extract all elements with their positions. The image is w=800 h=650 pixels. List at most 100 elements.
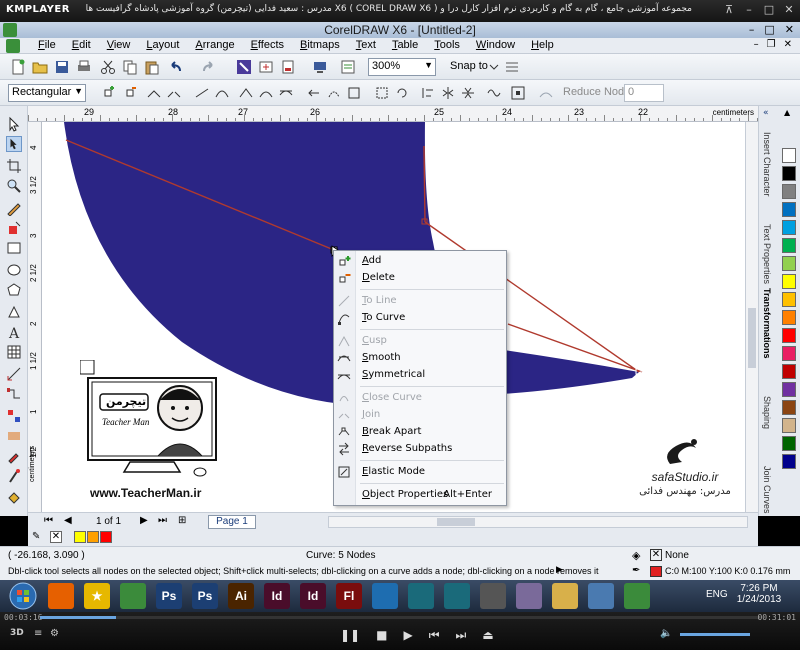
curve-smoothness-field[interactable]: 0 [624,84,664,102]
menu-item[interactable]: Tools [426,39,468,51]
context-menu-item[interactable]: Break Apart [334,424,506,441]
zoom-tool-icon[interactable] [6,178,22,194]
select-all-nodes-icon[interactable] [510,85,526,101]
new-document-icon[interactable] [10,59,26,75]
menu-item[interactable]: Layout [138,39,187,51]
eyedropper-tool-icon[interactable] [6,448,22,464]
application-launcher-icon[interactable] [312,59,328,75]
maximize-icon[interactable]: □ [762,3,776,16]
minimize-icon[interactable]: – [754,39,759,50]
welcome-screen-icon[interactable] [340,59,356,75]
folder-taskbar-icon[interactable] [552,583,578,609]
crop-tool-icon[interactable] [6,158,22,174]
vertical-scroll-thumb[interactable] [748,308,756,368]
equalizer-icon[interactable]: ≡ [34,628,42,639]
context-menu-item[interactable]: Symmetrical [334,367,506,384]
color-swatch[interactable] [782,382,796,397]
photoshop2-taskbar-icon[interactable]: Ps [192,583,218,609]
close-icon[interactable]: ✕ [784,39,792,50]
settings-icon[interactable]: ⚙ [50,628,59,639]
outline-color-swatch[interactable] [650,566,662,577]
menu-item[interactable]: Window [468,39,523,51]
zoom-level-select[interactable]: 300% ▼ [368,58,436,76]
palette-scroll-up-icon[interactable]: ▲ [784,108,790,117]
firefox-taskbar-icon[interactable] [48,583,74,609]
rectangle-tool-icon[interactable] [6,240,22,256]
coreldraw-green-taskbar-icon[interactable] [120,583,146,609]
color-swatch[interactable] [782,274,796,289]
break-curve-icon[interactable] [166,85,182,101]
context-menu-item[interactable]: Elastic Mode [334,464,506,481]
color-swatch[interactable] [782,256,796,271]
color-swatch[interactable] [782,166,796,181]
reverse-direction-icon[interactable] [306,85,322,101]
cusp-node-icon[interactable] [238,85,254,101]
media-taskbar-icon[interactable] [408,583,434,609]
document-color-swatch[interactable] [100,531,112,543]
cut-icon[interactable] [100,59,116,75]
docker-tab[interactable]: Transformations [762,288,772,359]
tool-taskbar-icon[interactable] [480,583,506,609]
context-menu-item[interactable]: Object Properties Alt+Enter [334,487,506,504]
media2-taskbar-icon[interactable] [444,583,470,609]
color-swatch[interactable] [782,184,796,199]
menu-item[interactable]: Bitmaps [292,39,348,51]
close-icon[interactable]: ✕ [785,23,794,36]
reduce-nodes-icon[interactable] [538,85,554,101]
color-swatch[interactable] [782,364,796,379]
join-nodes-icon[interactable] [146,85,162,101]
minimize-icon[interactable]: – [749,23,755,36]
chevron-down-icon[interactable] [486,59,502,75]
3d-icon[interactable]: 3D [10,628,24,638]
color-swatch[interactable] [782,202,796,217]
freehand-tool-icon[interactable] [6,200,22,217]
color-swatch[interactable] [782,238,796,253]
basic-shapes-tool-icon[interactable] [6,304,22,320]
color-swatch[interactable] [782,292,796,307]
symmetrical-node-icon[interactable] [278,85,294,101]
color-swatch[interactable] [782,346,796,361]
menu-item[interactable]: Effects [243,39,292,51]
mirror-vertical-icon[interactable] [460,85,476,101]
ellipse-tool-icon[interactable] [6,262,22,278]
blank-taskbar-icon[interactable] [588,583,614,609]
outline-tool-icon[interactable] [6,468,22,484]
menu-item[interactable]: View [99,39,139,51]
context-menu-item[interactable]: Smooth [334,350,506,367]
last-page-icon[interactable]: ⏭ [158,515,167,526]
page-tab[interactable]: Page 1 [208,515,256,529]
horizontal-ruler[interactable]: centimeters 29 28 27 26 25 24 23 22 [28,106,758,122]
paste-icon[interactable] [144,59,160,75]
illustrator-taskbar-icon[interactable]: Ai [228,583,254,609]
context-menu-item[interactable]: Reverse Subpaths [334,441,506,458]
color-swatch[interactable] [782,148,796,163]
open-icon[interactable] [32,59,48,75]
context-menu-item[interactable]: To Curve [334,310,506,327]
color-swatch[interactable] [782,310,796,325]
add-page-icon[interactable]: ⊞ [178,515,186,526]
delete-node-icon[interactable] [122,85,138,101]
pin-icon[interactable]: ⊼ [722,3,736,16]
document-icon[interactable] [6,39,20,53]
export-icon[interactable] [258,59,274,75]
star-taskbar-icon[interactable]: ★ [84,583,110,609]
volume-icon[interactable]: 🔈 [660,628,672,639]
flash-taskbar-icon[interactable]: Fl [336,583,362,609]
dvd-taskbar-icon[interactable] [516,583,542,609]
maximize-icon[interactable]: □ [764,23,774,36]
shape-tool-icon[interactable] [6,136,22,152]
vertical-ruler[interactable]: centimeters 43 1/2 3 2 1/2 2 1 1/2 1 1/2 [28,122,42,512]
extend-curve-icon[interactable] [326,85,342,101]
prev-page-icon[interactable]: ◀ [64,515,72,526]
horizontal-scrollbar[interactable] [328,516,748,528]
volume-slider[interactable] [680,633,750,636]
vertical-scrollbar[interactable] [745,122,758,512]
smooth-node-icon[interactable] [258,85,274,101]
context-menu-item[interactable]: Add [334,253,506,270]
restore-icon[interactable]: ❐ [767,39,776,50]
color-swatch[interactable] [782,418,796,433]
coreldraw-active-taskbar-icon[interactable] [624,583,650,609]
dimension-tool-icon[interactable] [6,366,22,382]
stretch-nodes-icon[interactable] [374,85,390,101]
snap-to-button[interactable]: Snap to [450,60,488,72]
